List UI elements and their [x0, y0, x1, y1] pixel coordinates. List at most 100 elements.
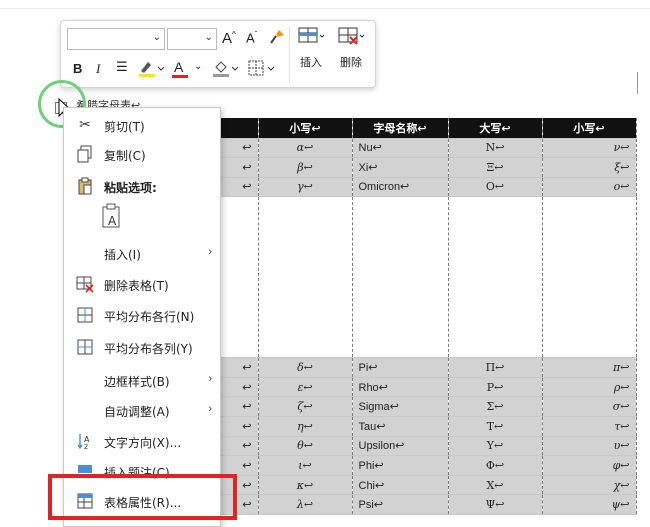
- menu-item-label: 边框样式(B): [104, 375, 170, 389]
- chevron-down-icon: ⌄: [194, 61, 203, 72]
- table-cell[interactable]: Phi↩: [352, 455, 449, 476]
- table-cell[interactable]: δ↩: [258, 357, 353, 378]
- menu-item-insert[interactable]: 插入(I) ›: [64, 242, 220, 266]
- menu-item-distribute-rows[interactable]: 平均分布各行(N): [64, 304, 220, 328]
- table-cell[interactable]: [448, 196, 543, 359]
- table-row: ↩ δ↩ Pi↩ Π↩ π↩: [160, 357, 637, 378]
- borders-button[interactable]: [247, 59, 277, 80]
- font-size-box[interactable]: ⌄: [167, 28, 217, 50]
- table-cell[interactable]: Nu↩: [352, 138, 449, 159]
- table-cell[interactable]: 大写↩: [448, 118, 543, 139]
- table-cell[interactable]: Psi↩: [352, 494, 449, 516]
- distribute-columns-icon: [76, 338, 94, 356]
- scissors-icon: ✂: [79, 116, 91, 132]
- table-cell[interactable]: θ↩: [258, 436, 353, 457]
- mini-toolbar: ⌄ ⌄ A^ Aˇ B I ☰ A ⌄ 插入 删除: [60, 20, 376, 88]
- menu-item-border-styles[interactable]: 边框样式(B) ›: [64, 369, 220, 393]
- paste-keep-text-only-button[interactable]: A: [101, 203, 123, 229]
- table-cell[interactable]: α↩: [258, 138, 353, 159]
- table-cell[interactable]: Τ↩: [448, 416, 543, 437]
- table-cell[interactable]: Χ↩: [448, 475, 543, 496]
- svg-text:A: A: [108, 214, 117, 228]
- distribute-rows-icon: [76, 306, 94, 324]
- menu-item-delete-table[interactable]: 删除表格(T): [64, 273, 220, 297]
- table-cell[interactable]: φ↩: [542, 455, 637, 476]
- grow-font-button[interactable]: A^: [222, 30, 236, 47]
- table-cell[interactable]: Ρ↩: [448, 377, 543, 398]
- table-cell[interactable]: Ξ↩: [448, 157, 543, 178]
- table-cell[interactable]: Pi↩: [352, 357, 449, 378]
- table-cell[interactable]: Ο↩: [448, 177, 543, 198]
- chevron-down-icon: ⌄: [152, 32, 161, 43]
- menu-item-label: 复制(C): [104, 149, 146, 163]
- table-cell[interactable]: Υ↩: [448, 436, 543, 457]
- menu-item-distribute-columns[interactable]: 平均分布各列(Y): [64, 336, 220, 360]
- bold-button[interactable]: B: [73, 61, 82, 76]
- table-cell[interactable]: ρ↩: [542, 377, 637, 398]
- table-cell[interactable]: Xi↩: [352, 157, 449, 178]
- table-cell[interactable]: η↩: [258, 416, 353, 437]
- table-row: ↩ α↩ Nu↩ Ν↩ ν↩: [160, 138, 637, 159]
- highlight-color-button[interactable]: [137, 59, 165, 80]
- table-cell[interactable]: ο↩: [542, 177, 637, 198]
- shrink-font-button[interactable]: Aˇ: [246, 30, 257, 45]
- table-header-row: 小写↩ 字母名称↩ 大写↩ 小写↩: [160, 118, 637, 139]
- table-cell[interactable]: 字母名称↩: [352, 118, 449, 139]
- table-cell[interactable]: 小写↩: [542, 118, 637, 139]
- table-cell[interactable]: Ψ↩: [448, 494, 543, 516]
- chevron-right-icon: ›: [208, 246, 212, 258]
- menu-item-text-direction[interactable]: AZ 文字方向(X)...: [64, 430, 220, 454]
- table-cell[interactable]: ε↩: [258, 377, 353, 398]
- table-cell[interactable]: ν↩: [542, 138, 637, 159]
- insert-button[interactable]: 插入: [293, 25, 329, 70]
- table-cell[interactable]: Ν↩: [448, 138, 543, 159]
- table-cell[interactable]: ζ↩: [258, 396, 353, 418]
- menu-item-autofit[interactable]: 自动调整(A) ›: [64, 399, 220, 423]
- table-cell[interactable]: σ↩: [542, 396, 637, 418]
- shading-button[interactable]: [211, 59, 241, 80]
- table-cell[interactable]: β↩: [258, 157, 353, 178]
- table-cell[interactable]: ξ↩: [542, 157, 637, 178]
- table-row-empty: [160, 196, 637, 359]
- menu-item-label: 平均分布各行(N): [104, 310, 195, 324]
- delete-button[interactable]: 删除: [333, 25, 369, 70]
- margin-corner-mark: [637, 72, 638, 94]
- table-cell[interactable]: Tau↩: [352, 416, 449, 437]
- menu-item-cut[interactable]: ✂ 剪切(T): [64, 114, 220, 138]
- table-cell[interactable]: Rho↩: [352, 377, 449, 398]
- table-cell[interactable]: [542, 196, 637, 359]
- shrink-font-letter: A: [246, 30, 255, 46]
- copy-icon: [76, 145, 94, 163]
- format-painter-icon[interactable]: [268, 28, 286, 49]
- table-cell[interactable]: τ↩: [542, 416, 637, 437]
- table-cell[interactable]: χ↩: [542, 475, 637, 496]
- table-cell[interactable]: Sigma↩: [352, 396, 449, 418]
- table-row: ↩ ζ↩ Sigma↩ Σ↩ σ↩: [160, 396, 637, 418]
- menu-item-copy[interactable]: 复制(C): [64, 143, 220, 167]
- table-cell[interactable]: λ↩: [258, 494, 353, 516]
- table-cell[interactable]: γ↩: [258, 177, 353, 198]
- chevron-down-icon: ⌄: [204, 32, 213, 43]
- table-cell[interactable]: Omicron↩: [352, 177, 449, 198]
- table-cell[interactable]: ψ↩: [542, 494, 637, 516]
- table-cell[interactable]: κ↩: [258, 475, 353, 496]
- table-cell[interactable]: ι↩: [258, 455, 353, 476]
- table-cell[interactable]: Upsilon↩: [352, 436, 449, 457]
- table-cell[interactable]: π↩: [542, 357, 637, 378]
- table-cell[interactable]: Σ↩: [448, 396, 543, 418]
- table-cell[interactable]: Chi↩: [352, 475, 449, 496]
- insert-table-icon: [298, 27, 325, 43]
- clipboard-text-icon: A: [102, 203, 120, 228]
- font-name-box[interactable]: ⌄: [67, 28, 165, 50]
- table-cell[interactable]: 小写↩: [258, 118, 353, 139]
- align-center-icon[interactable]: ☰: [116, 59, 128, 75]
- table-cell[interactable]: Π↩: [448, 357, 543, 378]
- table-cell[interactable]: υ↩: [542, 436, 637, 457]
- table-cell[interactable]: [258, 196, 353, 359]
- table-cell[interactable]: Φ↩: [448, 455, 543, 476]
- font-color-button[interactable]: A ⌄: [172, 59, 202, 78]
- menu-item-label: 文字方向(X)...: [104, 436, 182, 450]
- italic-button[interactable]: I: [96, 61, 100, 77]
- table-cell[interactable]: [352, 196, 449, 359]
- greek-alphabet-table[interactable]: 小写↩ 字母名称↩ 大写↩ 小写↩ ↩ α↩ Nu↩ Ν↩ ν↩ ↩ β↩ Xi↩ Ξ↩ ξ↩ ↩ γ↩ Omi…: [160, 118, 637, 516]
